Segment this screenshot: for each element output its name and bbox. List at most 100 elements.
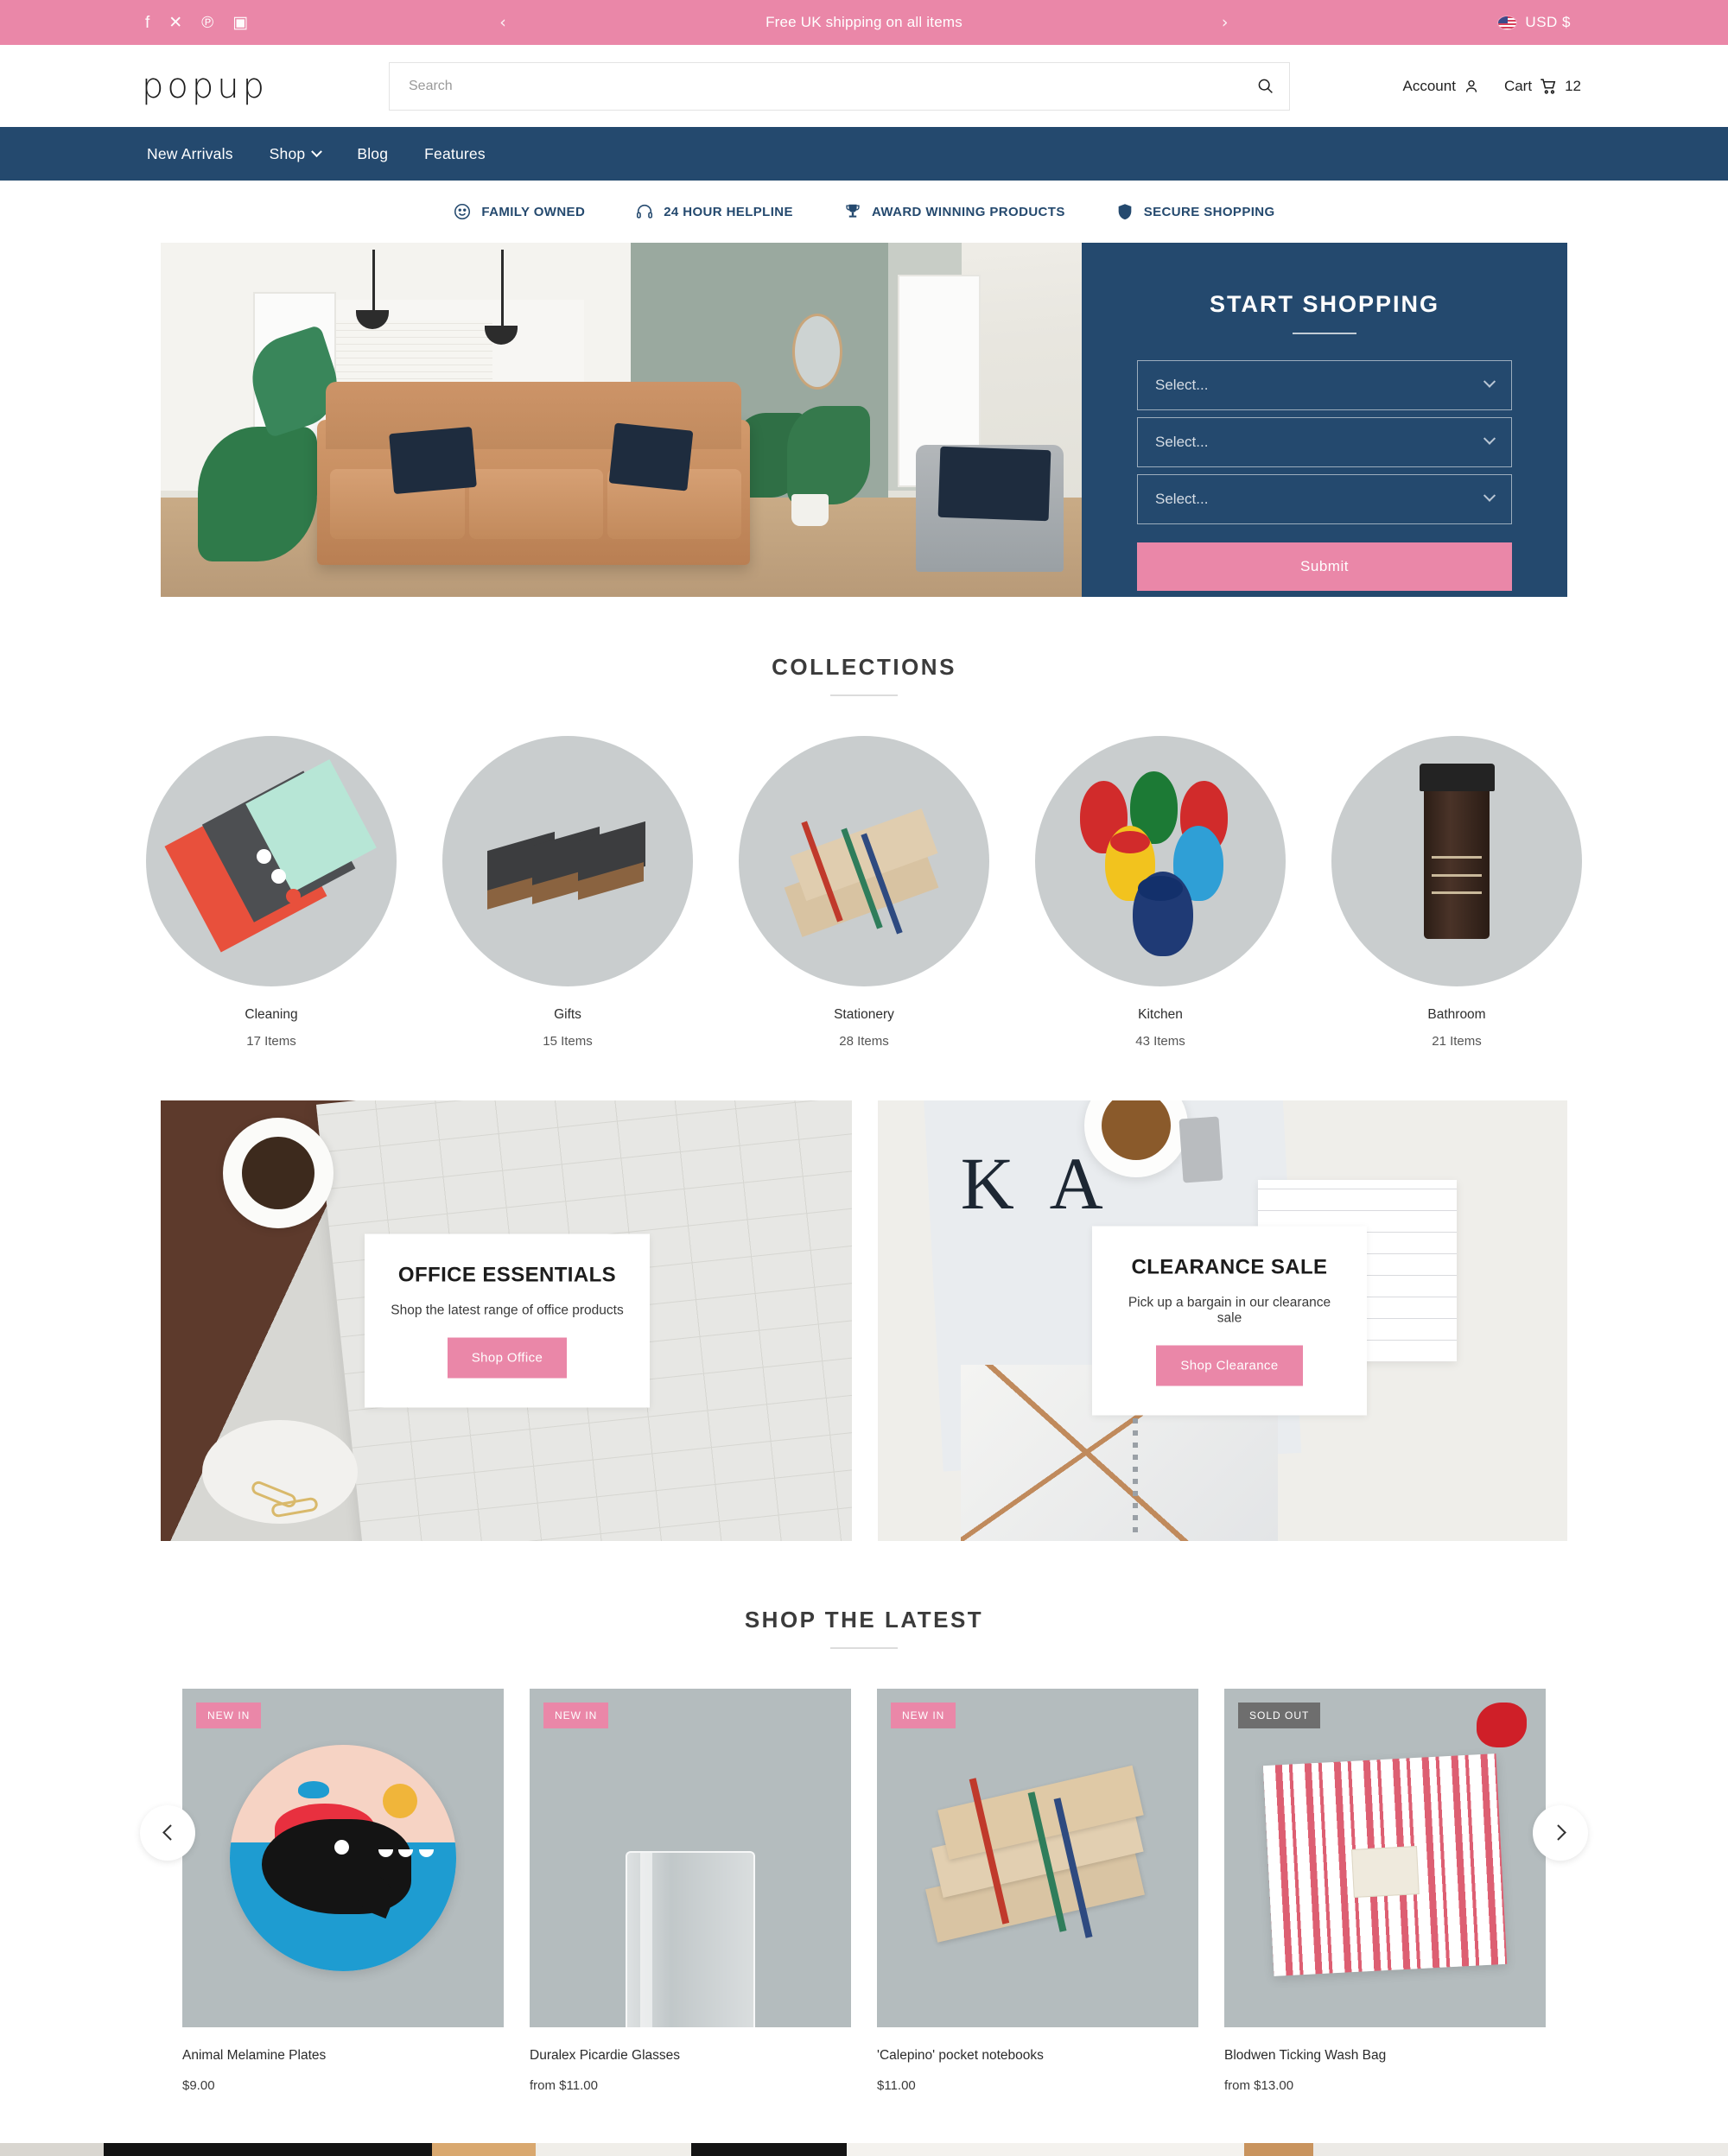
cart-link[interactable]: Cart 12 xyxy=(1504,77,1581,96)
collection-count: 28 Items xyxy=(839,1034,889,1049)
collection-card-kitchen[interactable]: Kitchen 43 Items xyxy=(1035,736,1286,1049)
collection-card-gifts[interactable]: Gifts 15 Items xyxy=(442,736,693,1049)
collection-name: Stationery xyxy=(834,1007,894,1022)
nav-item-blog[interactable]: Blog xyxy=(357,145,388,163)
product-card[interactable]: SOLD OUT Blodwen Ticking Wash Bag from $… xyxy=(1224,1689,1546,2093)
product-image: NEW IN xyxy=(182,1689,504,2027)
chevron-down-icon xyxy=(1483,432,1496,445)
collection-count: 15 Items xyxy=(543,1034,593,1049)
hero-select-2-value: Select... xyxy=(1155,434,1209,450)
announcement-next-arrow[interactable]: › xyxy=(1222,13,1229,32)
collection-name: Kitchen xyxy=(1138,1007,1183,1022)
trust-label: FAMILY OWNED xyxy=(481,204,586,219)
cart-label: Cart xyxy=(1503,77,1533,94)
currency-selector[interactable]: USD $ xyxy=(1498,14,1571,31)
hero-image xyxy=(161,243,1082,597)
carousel-prev-button[interactable] xyxy=(140,1804,195,1861)
nav-label: New Arrivals xyxy=(147,144,233,162)
product-card[interactable]: NEW IN 'Calepino' pocket notebooks $11.0… xyxy=(877,1689,1198,2093)
heading-divider xyxy=(830,694,898,696)
shop-office-button[interactable]: Shop Office xyxy=(447,1337,568,1379)
collection-name: Gifts xyxy=(554,1007,581,1022)
search-input[interactable] xyxy=(390,62,1241,110)
hero-select-2[interactable]: Select... xyxy=(1137,417,1512,467)
living-room-illustration xyxy=(161,243,1082,597)
product-badge: NEW IN xyxy=(196,1703,262,1728)
search-icon xyxy=(1258,79,1273,93)
product-name: Duralex Picardie Glasses xyxy=(530,2048,681,2063)
collections-title: COLLECTIONS xyxy=(772,654,956,680)
trust-item-secure: SECURE SHOPPING xyxy=(1115,202,1275,221)
drawstring-cord xyxy=(1476,1702,1527,1747)
chevron-left-icon xyxy=(162,1824,179,1841)
promo-title: CLEARANCE SALE xyxy=(1131,1255,1328,1279)
product-card[interactable]: NEW IN Duralex Picardie Glasses from $11… xyxy=(530,1689,851,2093)
collection-card-cleaning[interactable]: Cleaning 17 Items xyxy=(146,736,397,1049)
header-actions: Account Cart 12 xyxy=(1403,77,1581,96)
carousel-next-button[interactable] xyxy=(1533,1804,1588,1861)
product-image: NEW IN xyxy=(530,1689,851,2027)
announcement-message: Free UK shipping on all items xyxy=(766,14,962,30)
announcement-prev-arrow[interactable]: ‹ xyxy=(499,13,506,32)
chevron-down-icon xyxy=(1483,375,1496,388)
shop-clearance-button[interactable]: Shop Clearance xyxy=(1156,1345,1303,1386)
product-price: $9.00 xyxy=(182,2078,215,2093)
collection-image xyxy=(739,736,989,986)
main-navigation: New Arrivals Shop Blog Features xyxy=(0,127,1728,181)
hero-select-3[interactable]: Select... xyxy=(1137,474,1512,524)
start-shopping-form: START SHOPPING Select... Select... Selec… xyxy=(1082,243,1567,597)
search-submit-button[interactable] xyxy=(1241,62,1289,111)
hero-select-3-value: Select... xyxy=(1155,491,1209,507)
site-header: popup Account Cart 12 xyxy=(0,45,1728,127)
instagram-icon[interactable]: ▣ xyxy=(232,15,248,31)
announcement-carousel: ‹ Free UK shipping on all items › xyxy=(499,13,1228,32)
chevron-down-icon xyxy=(1483,489,1496,502)
hero-submit-button[interactable]: Submit xyxy=(1137,542,1512,591)
account-link[interactable]: Account xyxy=(1403,78,1480,95)
promo-card-clearance: CLEARANCE SALE Pick up a bargain in our … xyxy=(1092,1226,1367,1416)
us-flag-icon xyxy=(1498,16,1517,29)
hero-section: START SHOPPING Select... Select... Selec… xyxy=(161,243,1567,597)
nav-item-features[interactable]: Features xyxy=(424,145,486,163)
trust-item-family-owned: FAMILY OWNED xyxy=(453,202,585,221)
heading-divider xyxy=(830,1647,898,1649)
product-card[interactable]: NEW IN Animal Melamine Plates $9.00 xyxy=(182,1689,504,2093)
hero-select-1[interactable]: Select... xyxy=(1137,360,1512,410)
search-bar xyxy=(389,61,1290,111)
headset-icon xyxy=(637,204,653,219)
site-logo[interactable]: popup xyxy=(142,67,268,106)
cart-count: 12 xyxy=(1565,77,1581,94)
product-name: 'Calepino' pocket notebooks xyxy=(877,2048,1044,2063)
promo-title: OFFICE ESSENTIALS xyxy=(397,1263,617,1287)
collection-name: Cleaning xyxy=(245,1007,298,1022)
drinking-glass-illustration xyxy=(626,1851,755,2027)
x-twitter-icon[interactable]: ✕ xyxy=(168,15,182,31)
collection-card-stationery[interactable]: Stationery 28 Items xyxy=(739,736,989,1049)
hero-form-title: START SHOPPING xyxy=(1209,291,1440,317)
wash-bag-illustration xyxy=(1262,1753,1508,1976)
facebook-icon[interactable]: f xyxy=(145,15,149,31)
nav-item-new-arrivals[interactable]: New Arrivals xyxy=(147,145,233,163)
shop-the-latest-section: SHOP THE LATEST NEW IN Animal Melamine P… xyxy=(0,1607,1728,2093)
product-carousel: NEW IN Animal Melamine Plates $9.00 NEW … xyxy=(0,1689,1728,2093)
currency-label: USD $ xyxy=(1525,14,1571,30)
nav-label: Features xyxy=(424,144,486,162)
promo-card-office: OFFICE ESSENTIALS Shop the latest range … xyxy=(365,1233,650,1408)
product-image: SOLD OUT xyxy=(1224,1689,1546,2027)
promo-banner-clearance[interactable]: K A CLEARANCE SALE Pick up a bargain in … xyxy=(878,1100,1567,1541)
pinterest-icon[interactable]: ℗ xyxy=(201,15,213,31)
collection-card-bathroom[interactable]: Bathroom 21 Items xyxy=(1331,736,1582,1049)
promo-banner-office[interactable]: OFFICE ESSENTIALS Shop the latest range … xyxy=(161,1100,852,1541)
account-label: Account xyxy=(1402,77,1456,94)
person-icon xyxy=(1465,79,1477,92)
nav-item-shop[interactable]: Shop xyxy=(270,145,323,163)
promo-subtitle: Shop the latest range of office products xyxy=(391,1303,624,1318)
product-price: from $11.00 xyxy=(530,2078,598,2093)
product-name: Blodwen Ticking Wash Bag xyxy=(1224,2048,1387,2063)
collections-grid: Cleaning 17 Items Gifts 15 Items Station… xyxy=(0,736,1728,1049)
product-name: Animal Melamine Plates xyxy=(182,2048,327,2063)
collection-image xyxy=(442,736,693,986)
chevron-right-icon xyxy=(1549,1824,1566,1841)
trophy-icon xyxy=(846,204,860,218)
product-badge: NEW IN xyxy=(543,1703,609,1728)
